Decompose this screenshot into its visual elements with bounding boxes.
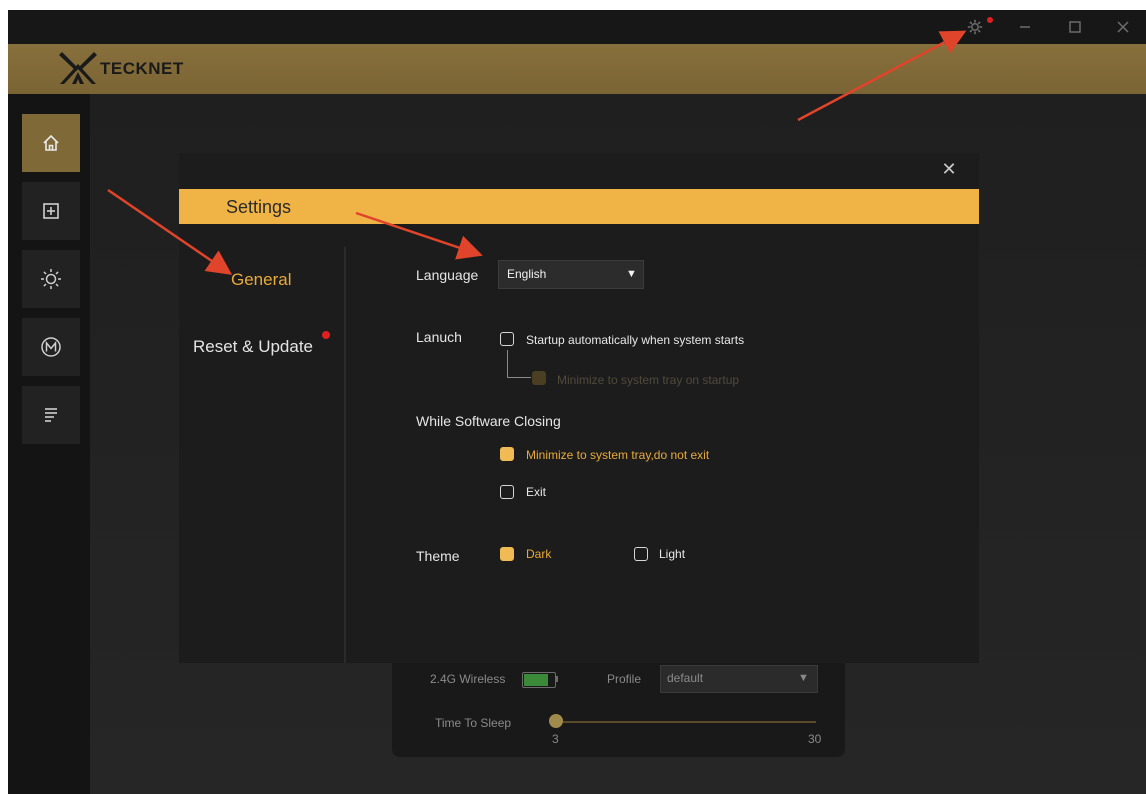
- minimize-on-close-radio[interactable]: [500, 447, 514, 461]
- sun-icon: [41, 269, 61, 289]
- minimize-startup-checkbox[interactable]: [532, 371, 546, 385]
- language-select-value: English: [507, 267, 547, 281]
- update-notification-dot: [322, 331, 330, 339]
- sidebar-item-reset-update[interactable]: Reset & Update: [193, 337, 313, 357]
- tree-connector: [507, 350, 508, 378]
- connection-label: 2.4G Wireless: [430, 672, 506, 686]
- settings-notification-dot: [987, 17, 993, 23]
- nav-buttons[interactable]: [22, 182, 80, 240]
- startup-checkbox[interactable]: [500, 332, 514, 346]
- theme-dark-label: Dark: [526, 547, 552, 561]
- startup-option-label: Startup automatically when system starts: [526, 333, 745, 347]
- chevron-down-icon: ▼: [626, 268, 637, 280]
- battery-indicator: [522, 672, 556, 688]
- sleep-slider-track[interactable]: [556, 721, 816, 723]
- theme-dark-radio[interactable]: [500, 547, 514, 561]
- dialog-header: [179, 189, 979, 224]
- sleep-max-label: 30: [808, 732, 822, 746]
- sleep-slider-handle[interactable]: [549, 714, 563, 728]
- left-nav: [8, 94, 90, 794]
- minimize-on-close-label: Minimize to system tray,do not exit: [526, 448, 710, 462]
- dialog-title: Settings: [226, 197, 292, 217]
- plus-box-icon: [43, 203, 59, 219]
- sleep-min-label: 3: [552, 732, 559, 746]
- profile-label: Profile: [607, 672, 642, 686]
- settings-dialog: [179, 153, 979, 663]
- theme-light-label: Light: [659, 547, 686, 561]
- nav-list[interactable]: [22, 386, 80, 444]
- minimize-glyph: [1020, 26, 1030, 28]
- close-glyph: [1117, 21, 1129, 33]
- launch-label: Lanuch: [416, 329, 462, 345]
- nav-macro[interactable]: [22, 318, 80, 376]
- list-icon: [45, 408, 57, 422]
- tree-connector: [507, 377, 531, 378]
- nav-lighting[interactable]: [22, 250, 80, 308]
- gear-icon[interactable]: [958, 10, 992, 44]
- exit-on-close-radio[interactable]: [500, 485, 514, 499]
- theme-light-radio[interactable]: [634, 547, 648, 561]
- minimize-icon[interactable]: [1008, 10, 1042, 44]
- close-icon[interactable]: [1106, 10, 1140, 44]
- exit-on-close-label: Exit: [526, 485, 547, 499]
- title-bar: [8, 10, 1146, 44]
- brand-name: TECKNET: [100, 59, 184, 78]
- theme-label: Theme: [416, 548, 460, 564]
- profile-select-value: default: [667, 671, 704, 685]
- dialog-divider: [344, 247, 346, 663]
- nav-home[interactable]: [22, 114, 80, 172]
- tecknet-logo-icon: [59, 52, 97, 84]
- macro-m-icon: [41, 337, 61, 357]
- sidebar-item-general[interactable]: General: [231, 270, 291, 290]
- minimize-startup-label: Minimize to system tray on startup: [557, 373, 740, 387]
- closing-label: While Software Closing: [416, 413, 561, 429]
- gear-icon-glyph: [967, 19, 983, 35]
- chevron-down-icon: ▼: [798, 672, 809, 684]
- brand-bar: TECKNET: [8, 44, 1146, 94]
- maximize-glyph: [1069, 21, 1081, 33]
- language-label: Language: [416, 267, 479, 283]
- home-icon: [43, 134, 59, 151]
- sleep-label: Time To Sleep: [435, 716, 512, 730]
- maximize-icon[interactable]: [1058, 10, 1092, 44]
- battery-fill: [524, 674, 548, 686]
- battery-tip: [555, 676, 558, 682]
- dialog-close-icon[interactable]: ✕: [938, 158, 960, 180]
